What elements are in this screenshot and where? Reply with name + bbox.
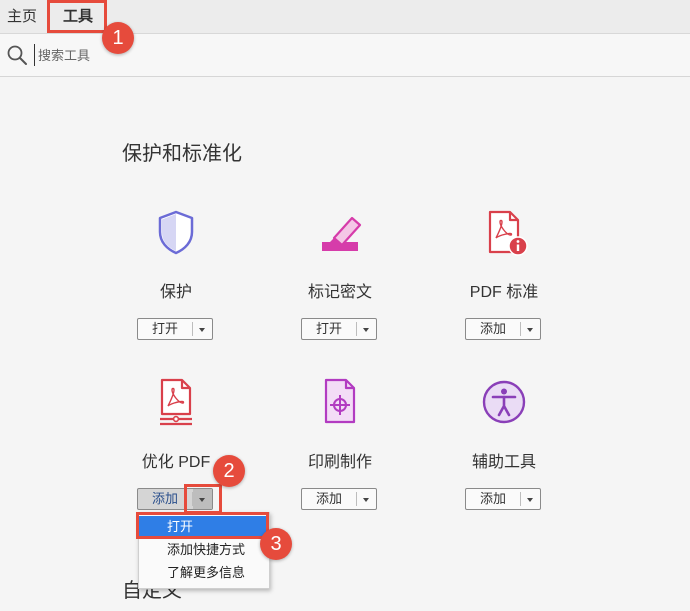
highlight-box-open-item <box>136 512 269 539</box>
tool-card-print-production: 印刷制作 添加 <box>260 378 420 538</box>
optimize-pdf-icon[interactable] <box>152 378 200 426</box>
search-input[interactable] <box>34 44 338 66</box>
menu-item-learn-more[interactable]: 了解更多信息 <box>139 562 269 584</box>
tab-home[interactable]: 主页 <box>7 0 37 33</box>
redact-marker-icon[interactable] <box>316 208 364 256</box>
tool-name: 印刷制作 <box>307 454 372 471</box>
tool-card-redact: 标记密文 打开 <box>260 208 420 368</box>
menu-item-add-shortcut[interactable]: 添加快捷方式 <box>139 539 269 561</box>
dropdown-arrow-icon[interactable] <box>357 319 376 339</box>
section-title: 保护和标准化 <box>122 143 242 165</box>
search-icon[interactable] <box>6 44 28 66</box>
dropdown-arrow-icon[interactable] <box>521 489 540 509</box>
dropdown-arrow-icon[interactable] <box>521 319 540 339</box>
tool-name: 辅助工具 <box>471 454 536 471</box>
print-production-icon[interactable] <box>316 378 364 426</box>
step-badge-2: 2 <box>213 455 245 487</box>
tool-card-pdf-standards: PDF 标准 添加 <box>424 208 584 368</box>
pdf-standards-icon[interactable] <box>480 208 528 256</box>
add-button[interactable]: 添加 <box>466 489 520 509</box>
add-split-button[interactable]: 添加 <box>465 318 541 340</box>
add-button[interactable]: 添加 <box>302 489 356 509</box>
tool-name: 保护 <box>159 284 192 301</box>
add-split-button[interactable]: 添加 <box>301 488 377 510</box>
tool-name: 标记密文 <box>307 284 372 301</box>
tool-card-protect: 保护 打开 <box>96 208 256 368</box>
step-badge-1: 1 <box>102 22 134 54</box>
step-badge-3: 3 <box>260 528 292 560</box>
open-split-button[interactable]: 打开 <box>301 318 377 340</box>
add-split-button[interactable]: 添加 <box>465 488 541 510</box>
highlight-box-dropdown-arrow <box>184 484 222 514</box>
open-button[interactable]: 打开 <box>302 319 356 339</box>
highlight-box-tools-tab <box>47 0 107 33</box>
accessibility-icon[interactable] <box>480 378 528 426</box>
tool-name: PDF 标准 <box>469 284 539 301</box>
tool-card-accessibility: 辅助工具 添加 <box>424 378 584 538</box>
dropdown-arrow-icon[interactable] <box>357 489 376 509</box>
open-button[interactable]: 打开 <box>138 319 192 339</box>
add-button[interactable]: 添加 <box>466 319 520 339</box>
open-split-button[interactable]: 打开 <box>137 318 213 340</box>
shield-icon[interactable] <box>152 208 200 256</box>
dropdown-arrow-icon[interactable] <box>193 319 212 339</box>
